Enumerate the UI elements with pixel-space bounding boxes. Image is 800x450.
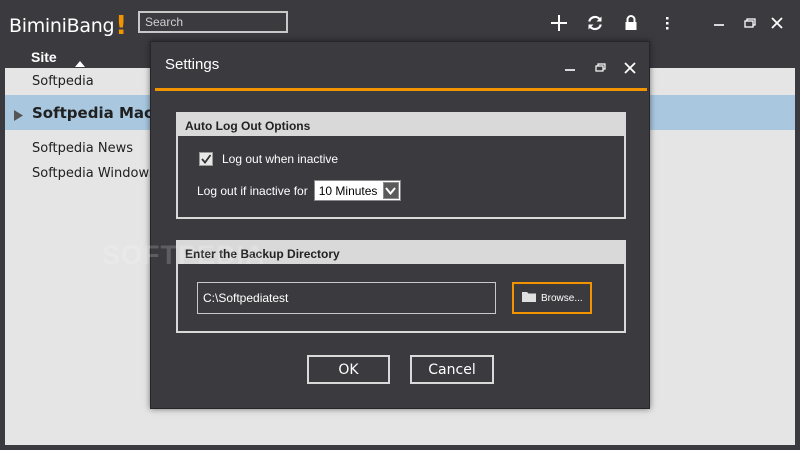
plus-icon[interactable] (550, 14, 568, 32)
dialog-restore-icon[interactable] (593, 61, 607, 75)
cancel-button[interactable]: Cancel (410, 355, 494, 384)
list-item-label: Softpedia Mac (32, 104, 153, 122)
group-heading: Auto Log Out Options (178, 114, 624, 136)
minimize-icon[interactable] (710, 14, 728, 32)
restore-icon[interactable] (740, 14, 758, 32)
expand-arrow-icon[interactable] (14, 106, 23, 125)
app-window: BiminiBang ! Search Site Softpedia Softp… (0, 0, 800, 450)
logout-inactive-checkbox-row[interactable]: Log out when inactive (199, 152, 338, 166)
chevron-down-icon[interactable] (382, 182, 399, 199)
browse-button[interactable]: Browse... (512, 282, 592, 314)
backup-path-input[interactable] (197, 282, 496, 314)
group-heading: Enter the Backup Directory (178, 242, 624, 264)
search-input[interactable] (138, 11, 288, 33)
inactive-duration-select[interactable]: 10 Minutes (313, 180, 401, 201)
refresh-icon[interactable] (586, 14, 604, 32)
logout-inactive-label: Log out when inactive (222, 152, 339, 166)
lock-icon[interactable] (622, 14, 640, 32)
list-item-label: Softpedia Windows (32, 166, 156, 181)
dialog-accent-bar (155, 88, 647, 91)
settings-dialog: Settings Auto Log Out Options Log out wh… (150, 41, 650, 409)
inactive-duration-row: Log out if inactive for 10 Minutes (197, 180, 401, 201)
close-icon[interactable] (768, 14, 786, 32)
folder-icon (522, 291, 536, 305)
dialog-title: Settings (165, 56, 220, 73)
auto-logout-group: Auto Log Out Options Log out when inacti… (176, 112, 626, 219)
more-vertical-icon[interactable] (658, 14, 676, 32)
logout-inactive-checkbox[interactable] (199, 152, 213, 166)
browse-label: Browse... (541, 292, 583, 304)
ok-button[interactable]: OK (307, 355, 390, 384)
backup-directory-group: Enter the Backup Directory Browse... (176, 240, 626, 333)
list-item-label: Softpedia News (32, 141, 133, 156)
inactive-duration-label: Log out if inactive for (197, 183, 308, 198)
dialog-minimize-icon[interactable] (563, 61, 577, 75)
logo-text: BiminiBang (9, 15, 115, 37)
column-header-site[interactable]: Site (31, 49, 57, 65)
logo-exclamation-mark: ! (115, 11, 128, 41)
list-item-label: Softpedia (32, 74, 94, 89)
top-bar: BiminiBang ! (0, 0, 800, 44)
inactive-duration-value: 10 Minutes (318, 183, 378, 198)
app-logo: BiminiBang ! (9, 11, 128, 41)
dialog-close-icon[interactable] (623, 61, 637, 75)
